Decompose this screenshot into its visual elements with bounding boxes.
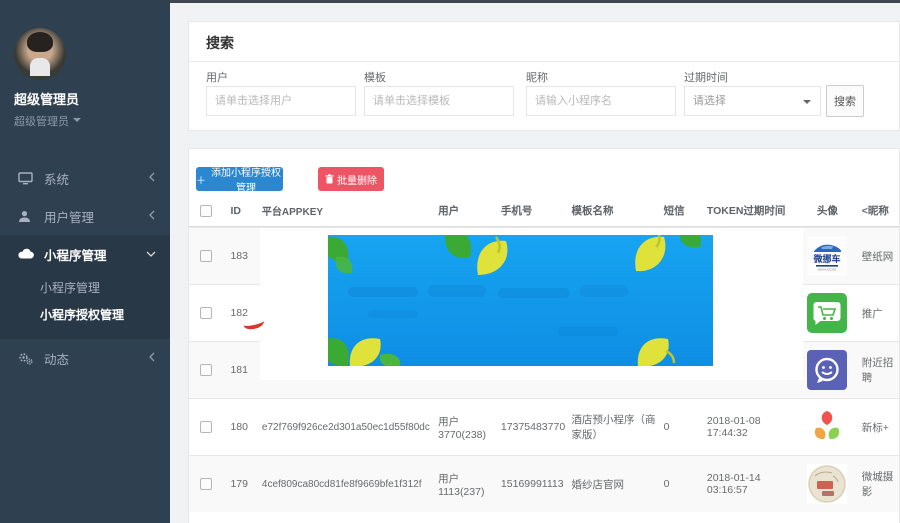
desktop-icon (18, 172, 34, 185)
chevron-left-icon (148, 351, 156, 365)
row-checkbox[interactable] (200, 250, 212, 262)
table-row: 179 4cef809ca80cd81fe8f9669bfe1f312f 用户 … (189, 455, 899, 512)
plus-icon: ＋ (196, 172, 206, 187)
add-auth-button[interactable]: ＋ 添加小程序授权管理 (196, 167, 283, 191)
header-nick: <昵称 (858, 203, 899, 218)
template-field[interactable] (364, 86, 514, 116)
cart-logo (797, 293, 858, 333)
user-icon (18, 210, 34, 223)
caret-down-icon (73, 118, 81, 126)
sidebar: 超级管理员 超级管理员 系统 用户管理 小程序管理 (0, 0, 170, 523)
petals-logo (797, 407, 858, 447)
user-field[interactable] (206, 86, 356, 116)
caret-down-icon (803, 100, 811, 108)
header-avatar: 头像 (797, 203, 858, 218)
nickname-field-label: 昵称 (526, 69, 548, 85)
header-token: TOKEN过期时间 (703, 203, 797, 218)
row-checkbox[interactable] (200, 364, 212, 376)
sidebar-subitem-miniprogram-management[interactable]: 小程序管理 (0, 275, 170, 302)
sidebar-menu: 系统 用户管理 小程序管理 小程序管理 小程序授权管理 (0, 159, 170, 377)
photo-logo (797, 464, 858, 504)
row-checkbox[interactable] (200, 307, 212, 319)
row-checkbox[interactable] (200, 421, 212, 433)
divider (189, 61, 899, 62)
nickname-field[interactable] (526, 86, 676, 116)
sidebar-item-system[interactable]: 系统 (0, 159, 170, 197)
miniprogram-submenu: 小程序管理 小程序授权管理 (0, 273, 170, 339)
image-preview-overlay (260, 228, 803, 380)
search-panel: 搜索 用户 模板 昵称 过期时间 请选择 搜索 (188, 21, 900, 131)
header-sms: 短信 (660, 203, 703, 218)
banner-image (328, 235, 713, 366)
template-field-label: 模板 (364, 69, 386, 85)
car-logo: 微挪车 WEINUOCHE (797, 236, 858, 276)
select-all-checkbox[interactable] (200, 205, 212, 217)
top-border (170, 0, 900, 3)
header-appkey: 平台APPKEY (258, 203, 434, 218)
sidebar-subitem-miniprogram-auth-management[interactable]: 小程序授权管理 (0, 302, 170, 329)
search-panel-title: 搜索 (189, 22, 899, 53)
search-button[interactable]: 搜索 (826, 85, 864, 117)
svg-text:微挪车: 微挪车 (813, 253, 841, 264)
user-avatar[interactable] (14, 28, 66, 80)
svg-text:WEINUOCHE: WEINUOCHE (818, 268, 837, 272)
user-name: 超级管理员 (14, 89, 170, 108)
expire-time-label: 过期时间 (684, 69, 728, 85)
header-phone: 手机号 (497, 203, 568, 218)
smiley-logo (797, 350, 858, 390)
batch-delete-button[interactable]: 批量删除 (318, 167, 384, 191)
row-checkbox[interactable] (200, 478, 212, 490)
chevron-left-icon (148, 171, 156, 185)
gears-icon (18, 352, 34, 365)
table-row: 180 e72f769f926ce2d301a50ec1d55f80dc 用户 … (189, 398, 899, 455)
chevron-down-icon (146, 247, 156, 261)
sidebar-item-miniprogram-management[interactable]: 小程序管理 (0, 235, 170, 273)
user-field-label: 用户 (206, 69, 228, 85)
sidebar-item-dynamics[interactable]: 动态 (0, 339, 170, 377)
user-role-toggle[interactable]: 超级管理员 (14, 113, 170, 129)
cloud-icon (18, 248, 34, 260)
header-id: ID (222, 205, 257, 217)
chevron-left-icon (148, 209, 156, 223)
profile-block: 超级管理员 超级管理员 (0, 0, 170, 129)
header-template: 模板名称 (568, 203, 660, 218)
table-header: ID 平台APPKEY 用户 手机号 模板名称 短信 TOKEN过期时间 头像 … (189, 195, 899, 227)
expire-time-select[interactable]: 请选择 (684, 86, 821, 116)
trash-icon (325, 174, 334, 184)
header-user: 用户 (434, 203, 497, 218)
sidebar-item-user-management[interactable]: 用户管理 (0, 197, 170, 235)
